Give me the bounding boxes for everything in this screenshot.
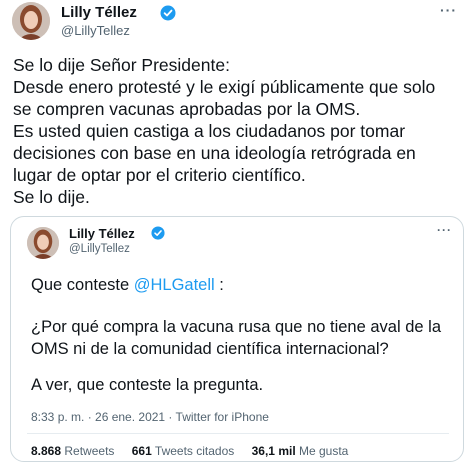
tweet-line: decisiones con base en una ideología ret… — [13, 143, 416, 163]
quoted-question: ¿Por qué compra la vacuna rusa que no ti… — [31, 316, 461, 360]
likes-count: 36,1 mil — [251, 444, 296, 458]
divider — [27, 433, 449, 434]
profile-photo — [12, 2, 50, 40]
quoted-question-line: OMS ni de la comunidad científica intern… — [31, 340, 389, 358]
tweet-line: se compren vacunas aprobadas por la OMS. — [13, 99, 361, 119]
likes-label: Me gusta — [299, 444, 349, 458]
quoted-tweet-card[interactable]: Lilly Téllez @LillyTellez ··· Que contes… — [10, 216, 464, 462]
tweet-line: Desde enero protesté y le exigí públicam… — [13, 77, 436, 97]
quotes-label: Tweets citados — [154, 444, 235, 458]
more-options-icon[interactable]: ··· — [440, 2, 457, 18]
author-handle[interactable]: @LillyTellez — [61, 23, 130, 38]
engagement-stats: 8.868 Retweets 661 Tweets citados 36,1 m… — [31, 444, 362, 458]
author-name[interactable]: Lilly Téllez — [61, 4, 137, 21]
quoted-closing: A ver, que conteste la pregunta. — [31, 376, 264, 394]
quoted-intro: Que conteste @HLGatell : — [31, 274, 461, 296]
retweets-count: 8.868 — [31, 444, 62, 458]
verified-badge-icon — [160, 5, 176, 21]
tweet-line: Es usted quien castiga a los ciudadanos … — [13, 121, 406, 141]
quoted-author-handle[interactable]: @LillyTellez — [69, 243, 130, 255]
quoted-intro-suffix: : — [214, 276, 224, 294]
mention-link[interactable]: @HLGatell — [134, 276, 215, 294]
more-options-icon[interactable]: ··· — [437, 223, 452, 237]
quoted-intro-text: Que conteste — [31, 276, 134, 294]
tweet-text: Se lo dije Señor Presidente: Desde enero… — [13, 54, 468, 208]
quoted-author-name[interactable]: Lilly Téllez — [69, 226, 135, 241]
tweet-line: lugar de optar por el criterio científic… — [13, 165, 306, 185]
quote-tweets-stat[interactable]: 661 Tweets citados — [132, 444, 235, 458]
retweets-stat[interactable]: 8.868 Retweets — [31, 444, 114, 458]
tweet-line: Se lo dije Señor Presidente: — [13, 55, 230, 75]
avatar[interactable] — [12, 2, 50, 40]
quoted-question-line: ¿Por qué compra la vacuna rusa que no ti… — [31, 318, 442, 336]
retweets-label: Retweets — [64, 444, 115, 458]
tweet-line: Se lo dije. — [13, 187, 90, 207]
tweet-timestamp[interactable]: 8:33 p. m. · 26 ene. 2021 · Twitter for … — [31, 410, 269, 424]
quotes-count: 661 — [131, 444, 152, 458]
quoted-profile-photo — [27, 227, 59, 259]
verified-badge-icon — [151, 226, 165, 240]
likes-stat[interactable]: 36,1 mil Me gusta — [252, 444, 349, 458]
quoted-avatar[interactable] — [27, 227, 59, 259]
